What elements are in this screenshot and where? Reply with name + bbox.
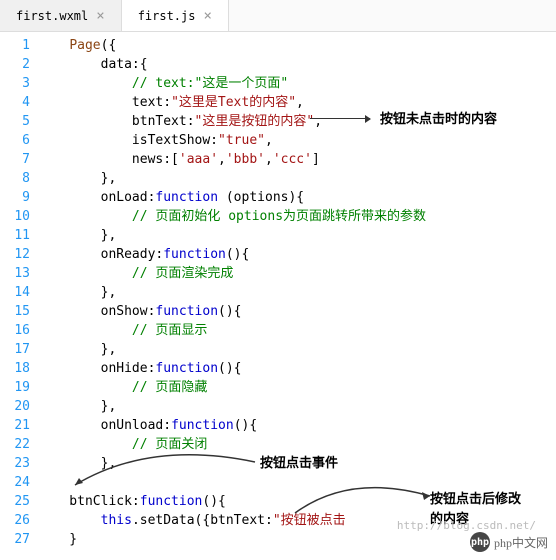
code-line[interactable]: // 页面隐藏	[38, 378, 556, 397]
watermark-text: php中文网	[494, 534, 548, 551]
code-line[interactable]: },	[38, 397, 556, 416]
line-number: 19	[0, 378, 30, 397]
annotation-click-event: 按钮点击事件	[260, 452, 338, 471]
line-number: 2	[0, 55, 30, 74]
annotation-unclicked: 按钮未点击时的内容	[380, 108, 497, 127]
code-line[interactable]: },	[38, 226, 556, 245]
tab-bar: first.wxml × first.js ×	[0, 0, 556, 32]
watermark: php php中文网	[470, 532, 548, 552]
arrow-icon	[310, 118, 370, 119]
line-number: 20	[0, 397, 30, 416]
line-number: 24	[0, 473, 30, 492]
watermark-url: http://blog.csdn.net/	[397, 519, 536, 532]
line-number: 26	[0, 511, 30, 530]
tab-label: first.wxml	[16, 9, 88, 23]
line-number: 15	[0, 302, 30, 321]
tab-first-js[interactable]: first.js ×	[122, 0, 229, 31]
line-number: 10	[0, 207, 30, 226]
line-number: 25	[0, 492, 30, 511]
line-number: 4	[0, 93, 30, 112]
line-number: 7	[0, 150, 30, 169]
code-line[interactable]: news:['aaa','bbb','ccc']	[38, 150, 556, 169]
arrow-curve-icon	[70, 450, 260, 490]
annotation-after-click-1: 按钮点击后修改	[430, 488, 521, 507]
line-number: 22	[0, 435, 30, 454]
tab-first-wxml[interactable]: first.wxml ×	[0, 0, 122, 31]
code-line[interactable]: // 页面初始化 options为页面跳转所带来的参数	[38, 207, 556, 226]
line-number: 18	[0, 359, 30, 378]
line-number: 16	[0, 321, 30, 340]
line-number: 23	[0, 454, 30, 473]
line-number: 1	[0, 36, 30, 55]
line-number: 12	[0, 245, 30, 264]
code-line[interactable]: // 页面渲染完成	[38, 264, 556, 283]
line-number: 5	[0, 112, 30, 131]
line-number: 8	[0, 169, 30, 188]
php-logo-icon: php	[470, 532, 490, 552]
tab-label: first.js	[138, 9, 196, 23]
arrow-curve-icon	[290, 478, 440, 518]
code-line[interactable]: },	[38, 169, 556, 188]
line-number: 14	[0, 283, 30, 302]
code-line[interactable]: isTextShow:"true",	[38, 131, 556, 150]
code-line[interactable]: data:{	[38, 55, 556, 74]
line-number: 11	[0, 226, 30, 245]
code-line[interactable]: // text:"这是一个页面"	[38, 74, 556, 93]
close-icon[interactable]: ×	[96, 8, 104, 24]
code-line[interactable]: },	[38, 340, 556, 359]
line-number: 6	[0, 131, 30, 150]
line-number: 27	[0, 530, 30, 549]
line-number: 17	[0, 340, 30, 359]
line-number: 13	[0, 264, 30, 283]
code-line[interactable]: // 页面显示	[38, 321, 556, 340]
close-icon[interactable]: ×	[203, 8, 211, 24]
line-number: 3	[0, 74, 30, 93]
code-line[interactable]: onShow:function(){	[38, 302, 556, 321]
line-number: 21	[0, 416, 30, 435]
code-line[interactable]: onHide:function(){	[38, 359, 556, 378]
line-number: 9	[0, 188, 30, 207]
code-line[interactable]: onUnload:function(){	[38, 416, 556, 435]
code-line[interactable]: },	[38, 283, 556, 302]
code-line[interactable]: Page({	[38, 36, 556, 55]
code-line[interactable]: onLoad:function (options){	[38, 188, 556, 207]
line-gutter: 1234567891011121314151617181920212223242…	[0, 36, 38, 549]
code-line[interactable]: onReady:function(){	[38, 245, 556, 264]
